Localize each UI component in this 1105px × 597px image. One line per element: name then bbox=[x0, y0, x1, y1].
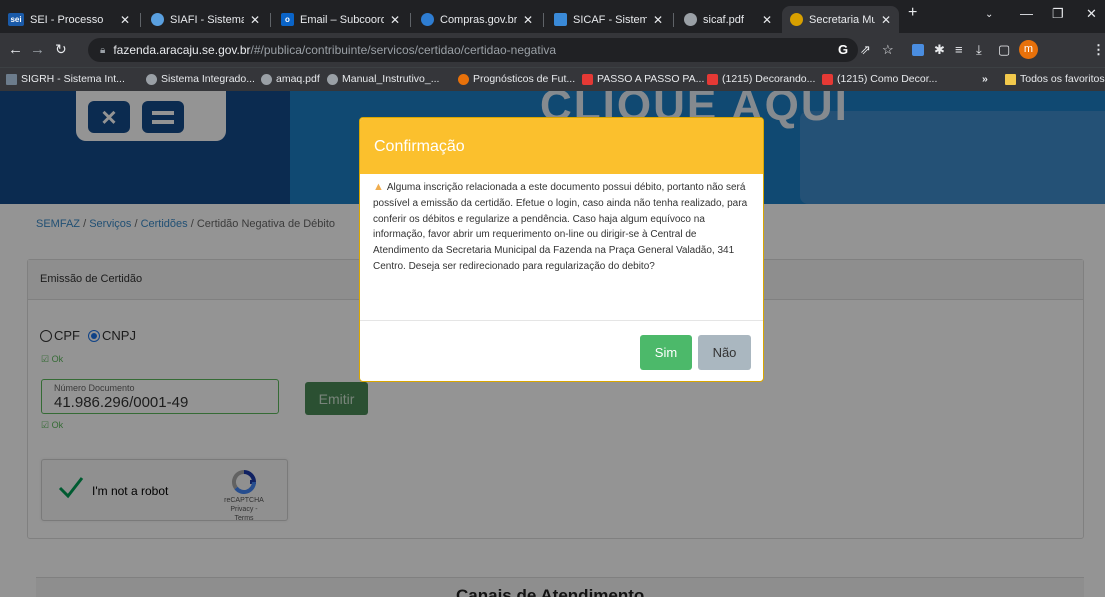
bookmark-item[interactable]: Manual_Instrutivo_... bbox=[327, 73, 439, 85]
close-tab-icon[interactable]: ✕ bbox=[762, 13, 772, 27]
bookmark-item[interactable]: amaq.pdf bbox=[261, 73, 320, 85]
dialog-body: ▲ Alguma inscrição relacionada a este doc… bbox=[360, 174, 763, 321]
new-tab-icon[interactable]: + bbox=[908, 4, 917, 22]
bookmark-label: Sistema Integrado... bbox=[161, 73, 255, 85]
globe-icon bbox=[146, 73, 157, 85]
tab-label: sicaf.pdf bbox=[703, 13, 744, 26]
close-tab-icon[interactable]: ✕ bbox=[523, 13, 533, 27]
tab-separator bbox=[543, 13, 544, 27]
dialog-title: Confirmação bbox=[360, 118, 763, 174]
tab-siafi[interactable]: SIAFI - Sistema In ✕ bbox=[143, 6, 268, 33]
globe-icon bbox=[261, 73, 272, 85]
bookmark-label: SIGRH - Sistema Int... bbox=[21, 73, 125, 85]
side-panel-icon[interactable]: ▢ bbox=[998, 42, 1010, 58]
restore-icon[interactable]: ❐ bbox=[1052, 6, 1064, 22]
extensions-icon[interactable]: ✱ bbox=[934, 42, 945, 58]
crest-icon bbox=[790, 13, 803, 26]
profile-avatar[interactable]: m bbox=[1019, 40, 1038, 59]
bookmark-item[interactable]: PASSO A PASSO PA... bbox=[582, 73, 704, 85]
forward-icon[interactable]: → bbox=[30, 41, 45, 58]
tab-compras[interactable]: Compras.gov.br - ✕ bbox=[413, 6, 541, 33]
bookmark-item[interactable]: Prognósticos de Fut... bbox=[458, 73, 575, 85]
no-button[interactable]: Não bbox=[698, 335, 751, 370]
tab-label: Compras.gov.br - bbox=[440, 13, 517, 26]
youtube-icon bbox=[582, 73, 593, 85]
download-icon[interactable]: ⤓ bbox=[976, 42, 982, 58]
globe-icon bbox=[684, 13, 697, 26]
url-host: fazenda.aracaju.se.gov.br bbox=[113, 43, 251, 57]
minimize-icon[interactable]: — bbox=[1020, 6, 1033, 21]
bookmarks-overflow[interactable]: » bbox=[982, 73, 988, 85]
tab-separator bbox=[673, 13, 674, 27]
tab-sicaf-pdf[interactable]: sicaf.pdf ✕ bbox=[676, 6, 780, 33]
tab-label: Secretaria Munici bbox=[809, 13, 875, 26]
folder-icon bbox=[1005, 73, 1016, 85]
confirmation-dialog: Confirmação ▲ Alguma inscrição relacionad… bbox=[359, 117, 764, 382]
bookmark-item[interactable]: Sistema Integrado... bbox=[146, 73, 255, 85]
close-tab-icon[interactable]: ✕ bbox=[881, 13, 891, 27]
bookmark-label: PASSO A PASSO PA... bbox=[597, 73, 705, 85]
all-favorites-folder[interactable]: Todos os favoritos bbox=[1005, 73, 1105, 85]
tab-email[interactable]: o Email – Subcoord ✕ bbox=[273, 6, 408, 33]
sigrh-icon bbox=[6, 73, 17, 85]
close-tab-icon[interactable]: ✕ bbox=[250, 13, 260, 27]
bookmark-label: amaq.pdf bbox=[276, 73, 320, 85]
close-window-icon[interactable]: ✕ bbox=[1086, 6, 1097, 22]
compras-icon bbox=[421, 13, 434, 26]
tab-separator bbox=[410, 13, 411, 27]
browser-toolbar: ← → ↻ 🔒︎ fazenda.aracaju.se.gov.br /#/pu… bbox=[0, 33, 1105, 67]
tab-sei[interactable]: sei SEI - Processo ✕ bbox=[0, 6, 138, 33]
close-tab-icon[interactable]: ✕ bbox=[120, 13, 130, 27]
sicaf-icon bbox=[554, 13, 567, 26]
bookmark-label: Manual_Instrutivo_... bbox=[342, 73, 440, 85]
bookmark-label: (1215) Como Decor... bbox=[837, 73, 938, 85]
bookmark-label: Todos os favoritos bbox=[1020, 73, 1105, 85]
bookmark-item[interactable]: SIGRH - Sistema Int... bbox=[6, 73, 125, 85]
browser-tab-strip: sei SEI - Processo ✕ SIAFI - Sistema In … bbox=[0, 0, 1105, 33]
sei-icon: sei bbox=[8, 13, 24, 26]
reload-icon[interactable]: ↻ bbox=[55, 41, 67, 58]
bookmark-label: Prognósticos de Fut... bbox=[473, 73, 576, 85]
tab-separator bbox=[270, 13, 271, 27]
reading-list-icon[interactable]: ≡ bbox=[955, 42, 963, 57]
tab-label: SIAFI - Sistema In bbox=[170, 13, 244, 26]
tab-separator bbox=[140, 13, 141, 27]
tab-label: SEI - Processo bbox=[30, 13, 104, 26]
tab-search-icon[interactable]: ⌄ bbox=[985, 9, 993, 20]
globe-icon bbox=[151, 13, 164, 26]
youtube-icon bbox=[707, 73, 718, 85]
bookmarks-bar: SIGRH - Sistema Int... Sistema Integrado… bbox=[0, 67, 1105, 91]
outlook-icon: o bbox=[281, 13, 294, 26]
lock-icon[interactable]: 🔒︎ bbox=[100, 45, 105, 56]
menu-icon[interactable]: ⋮ bbox=[1092, 42, 1105, 58]
tab-sicaf[interactable]: SICAF - Sistema c ✕ bbox=[546, 6, 671, 33]
tab-secretaria[interactable]: Secretaria Munici ✕ bbox=[782, 6, 899, 33]
url-path: /#/publica/contribuinte/servicos/certida… bbox=[250, 43, 557, 57]
bookmark-label: (1215) Decorando... bbox=[722, 73, 816, 85]
translate-extension-icon[interactable] bbox=[912, 44, 924, 56]
prognosticos-icon bbox=[458, 73, 469, 85]
share-icon[interactable]: ⇗ bbox=[860, 42, 871, 58]
bookmark-item[interactable]: (1215) Decorando... bbox=[707, 73, 815, 85]
close-tab-icon[interactable]: ✕ bbox=[390, 13, 400, 27]
address-bar[interactable]: 🔒︎ fazenda.aracaju.se.gov.br /#/publica/… bbox=[88, 38, 858, 62]
tab-label: Email – Subcoord bbox=[300, 13, 384, 26]
back-icon[interactable]: ← bbox=[8, 41, 23, 58]
warning-icon: ▲ bbox=[373, 181, 384, 193]
close-tab-icon[interactable]: ✕ bbox=[653, 13, 663, 27]
bookmark-item[interactable]: (1215) Como Decor... bbox=[822, 73, 937, 85]
dialog-message: Alguma inscrição relacionada a este docu… bbox=[373, 182, 748, 272]
globe-icon bbox=[327, 73, 338, 85]
bookmark-star-icon[interactable]: ☆ bbox=[882, 42, 894, 58]
yes-button[interactable]: Sim bbox=[640, 335, 692, 370]
google-icon[interactable]: G bbox=[838, 42, 848, 57]
youtube-icon bbox=[822, 73, 833, 85]
tab-label: SICAF - Sistema c bbox=[573, 13, 647, 26]
